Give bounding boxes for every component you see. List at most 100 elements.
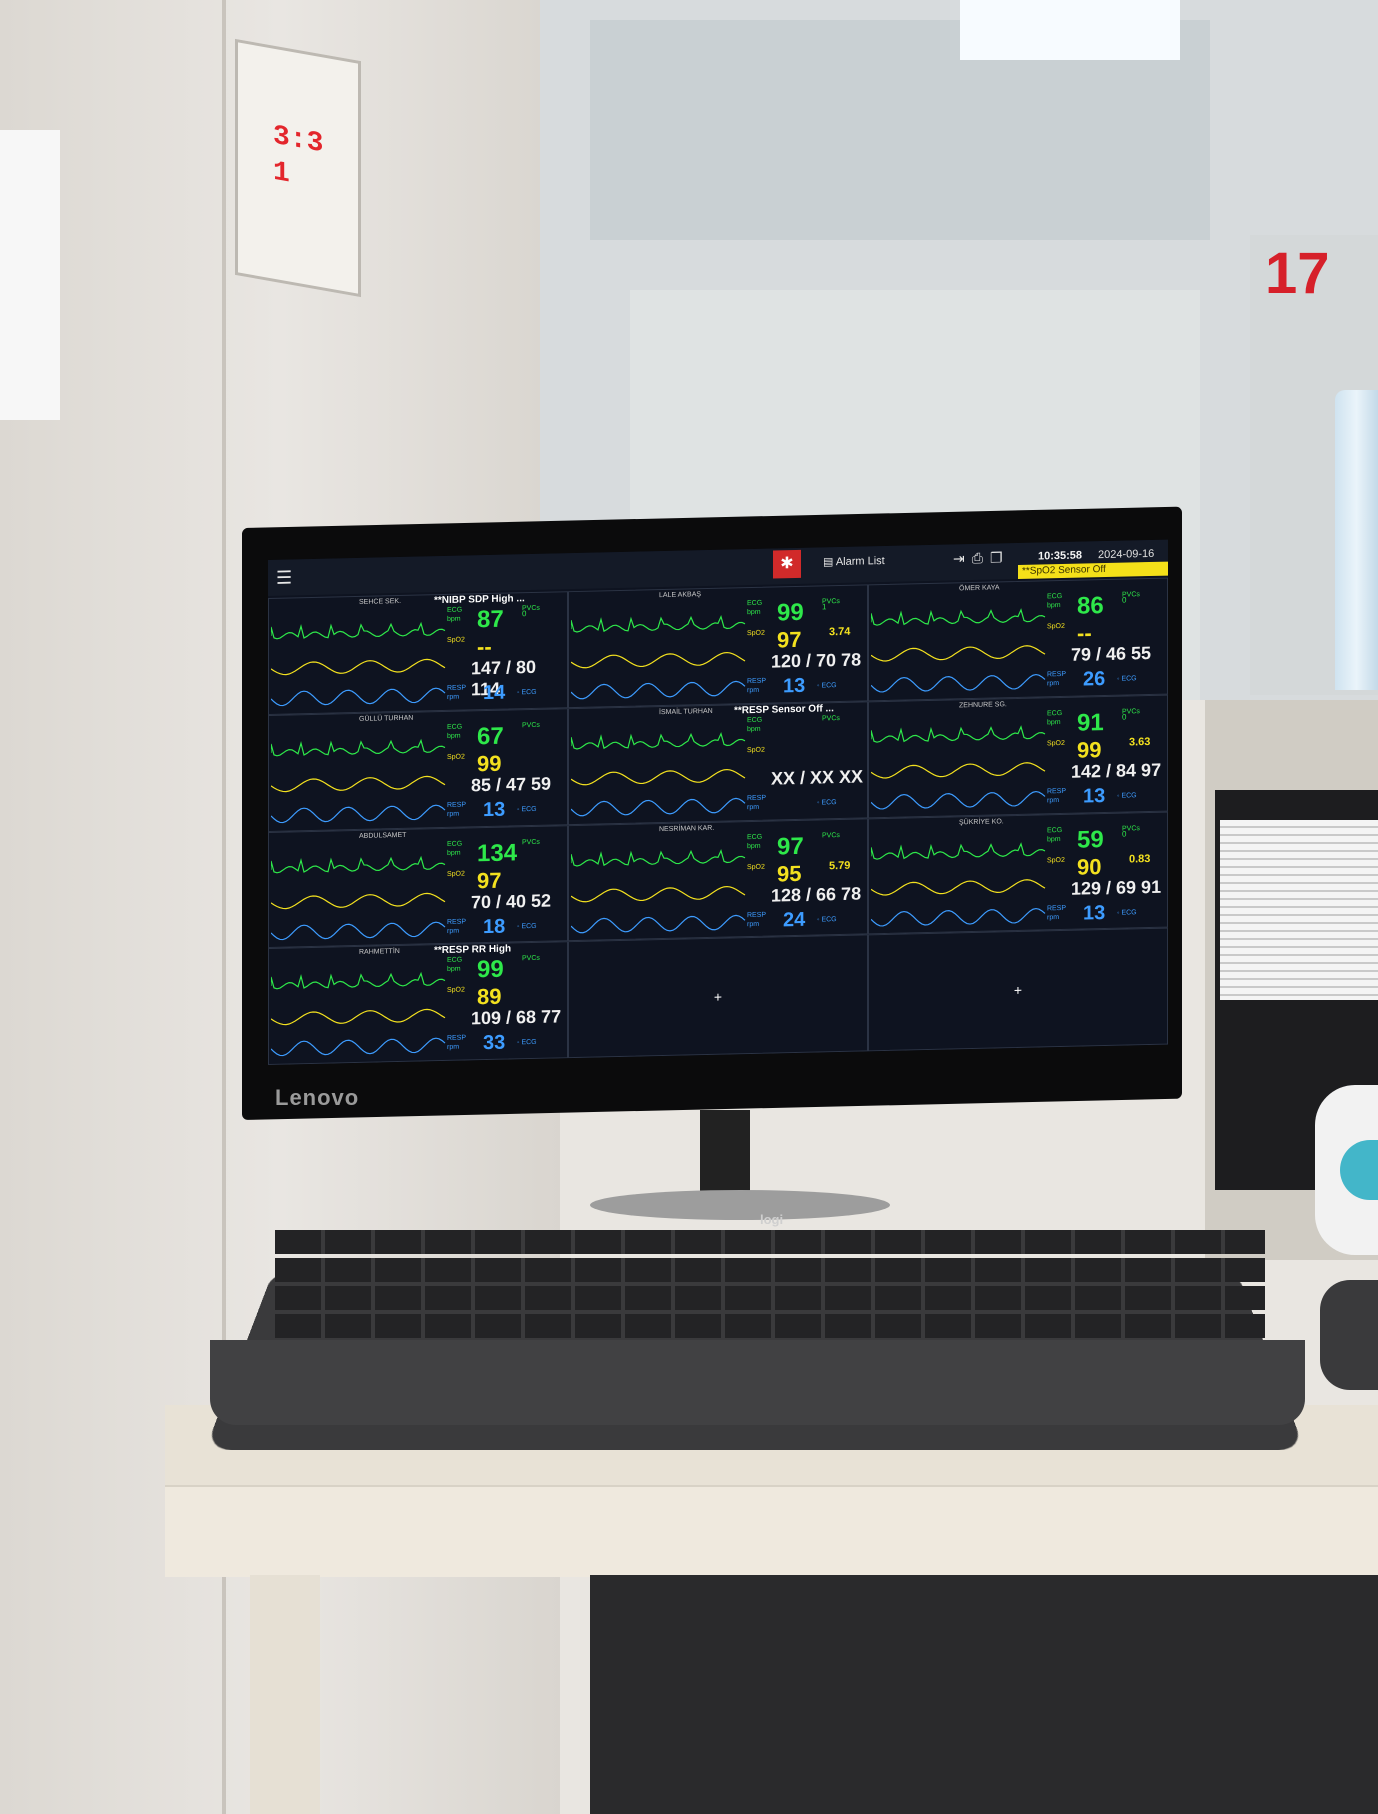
resp-rate: 13 — [483, 798, 506, 821]
resp-source: ◦ ECG — [817, 915, 837, 924]
empty-bed-slot[interactable]: + — [568, 934, 868, 1059]
patient-tile[interactable]: ŞÜKRİYE KO. ECG bpm 59 PVCs 0 SpO2 90 0.83 129 / … — [868, 811, 1168, 935]
bpm-unit: bpm — [447, 965, 461, 974]
spo2-label: SpO2 — [1047, 622, 1065, 631]
vitals-panel: ECG bpm 99 PVCs 1 SpO2 97 3.74 120 / 70 78 RESP rp… — [747, 595, 867, 702]
nibp-value: 79 / 46 55 — [1071, 642, 1152, 665]
resp-label: RESP — [447, 1034, 467, 1043]
vitals-panel: ECG bpm 67 PVCs SpO2 99 85 / 47 59 RESP rpm 13 ◦ E… — [447, 719, 567, 826]
resp-label: RESP — [1047, 670, 1067, 679]
waveform-area — [571, 731, 746, 817]
spo2-value: 99 — [477, 750, 502, 777]
nibp-value: 85 / 47 59 — [471, 773, 552, 796]
spo2-value: -- — [477, 633, 492, 660]
bpm-unit: bpm — [747, 608, 761, 617]
resp-label: RESP — [1047, 904, 1067, 912]
waveform-area — [271, 738, 446, 823]
spo2-value: 90 — [1077, 853, 1102, 880]
add-bed-icon[interactable]: + — [714, 988, 722, 1004]
pvcs-label: PVCs — [522, 721, 540, 729]
patient-grid: SEHCE SEK. **NIBP SDP High ... ECG bpm 87 PVC… — [268, 577, 1168, 1065]
resp-rate: 24 — [783, 908, 806, 931]
wall-clock-digits: 3:3 1 — [273, 120, 324, 191]
bpm-unit: bpm — [447, 615, 461, 623]
wall-paper — [0, 130, 60, 420]
vitals-panel: ECG bpm 59 PVCs 0 SpO2 90 0.83 129 / 69 91 RESP rp… — [1047, 822, 1167, 929]
patient-tile[interactable]: LALE AKBAŞ ECG bpm 99 PVCs 1 SpO2 97 3.74 120 / 7… — [568, 584, 868, 708]
spo2-value: 95 — [777, 860, 802, 886]
pvcs-label: PVCs — [822, 714, 840, 723]
nibp-value: 70 / 40 52 — [471, 890, 552, 912]
resp-label: RESP — [447, 684, 467, 692]
alarm-icon[interactable]: ✱ — [773, 549, 801, 579]
vitals-panel: ECG bpm 91 PVCs 0 SpO2 99 3.63 142 / 84 97 RESP rp… — [1047, 705, 1167, 812]
add-bed-icon[interactable]: + — [1014, 982, 1022, 998]
print-icon[interactable]: ⎙ — [972, 550, 990, 566]
ecg-label: ECG — [1047, 709, 1063, 718]
heart-rate: 97 — [777, 832, 804, 860]
central-station-screen: ☰ ✱ ▤ Alarm List ⇥⎙❐ 10:35:58 2024-09-16… — [268, 539, 1168, 1065]
vitals-panel: ECG bpm 87 PVCs 0 SpO2 -- 147 / 80 114 RESP rpm 14… — [447, 602, 567, 709]
patient-tile[interactable]: ZEHNURE SG. ECG bpm 91 PVCs 0 SpO2 99 3.63 142 / … — [868, 694, 1168, 818]
menu-icon[interactable]: ☰ — [276, 567, 292, 588]
desk-front — [165, 1485, 1378, 1577]
resp-source: ◦ ECG — [517, 805, 537, 814]
heart-rate: 59 — [1077, 825, 1104, 854]
waveform-area — [571, 848, 746, 933]
patient-name: SEHCE SEK. — [359, 597, 402, 606]
ecg-label: ECG — [747, 716, 763, 724]
rpm-unit: rpm — [447, 810, 460, 818]
pvcs-label: PVCs — [522, 838, 540, 846]
patient-name: ÖMER KAYA — [959, 584, 1000, 593]
pi-value: 0.83 — [1129, 852, 1151, 865]
mouse[interactable] — [1320, 1280, 1378, 1390]
resp-source: ◦ ECG — [517, 688, 537, 697]
alarm-list-button[interactable]: ▤ Alarm List — [823, 554, 885, 568]
patient-name: ŞÜKRİYE KO. — [959, 817, 1004, 826]
desk-leg — [250, 1575, 320, 1814]
water-bottle — [1335, 390, 1378, 690]
patient-name: NESRİMAN KAR. — [659, 824, 715, 833]
empty-bed-slot[interactable]: + — [868, 927, 1168, 1052]
logout-icon[interactable]: ⇥ — [953, 550, 972, 566]
keyboard-palmrest — [210, 1340, 1305, 1425]
waveform-area — [571, 614, 746, 700]
alarm-banner[interactable]: **SpO2 Sensor Off — [1018, 561, 1168, 579]
patient-tile[interactable]: SEHCE SEK. **NIBP SDP High ... ECG bpm 87 PVC… — [268, 591, 568, 715]
nibp-value: 142 / 84 97 — [1071, 759, 1162, 782]
patient-tile[interactable]: ABDULSAMET ECG bpm 134 PVCs SpO2 97 70 / 40 52 R… — [268, 824, 568, 949]
alarm-list-label: Alarm List — [835, 555, 885, 569]
heart-rate: 99 — [477, 955, 504, 984]
wall-clock: 3:3 1 — [235, 38, 361, 298]
rpm-unit: rpm — [447, 927, 460, 935]
waveform-area — [871, 608, 1046, 693]
ecg-label: ECG — [447, 723, 463, 731]
patient-tile[interactable]: GÜLLÜ TURHAN ECG bpm 67 PVCs SpO2 99 85 / 47 59… — [268, 707, 568, 832]
resp-rate: 26 — [1083, 668, 1106, 691]
monitor-stand-base — [590, 1190, 890, 1220]
waveform-area — [871, 724, 1046, 810]
bpm-unit: bpm — [747, 725, 761, 733]
waveform-area — [271, 972, 446, 1057]
resp-label: RESP — [447, 918, 467, 926]
pi-value: 3.63 — [1129, 735, 1151, 749]
patient-tile[interactable]: NESRİMAN KAR. ECG bpm 97 PVCs SpO2 95 5.79 128 /… — [568, 817, 868, 942]
waveform-area — [271, 621, 446, 707]
patient-name: ABDULSAMET — [359, 831, 407, 840]
patient-name: İSMAİL TURHAN — [659, 707, 713, 716]
ecg-label: ECG — [447, 840, 463, 848]
pi-value: 3.74 — [829, 625, 851, 639]
ecg-label: ECG — [1047, 826, 1063, 834]
patient-tile[interactable]: İSMAİL TURHAN **RESP Sensor Off ... ECG bpm… — [568, 701, 868, 825]
resp-rate: 13 — [1083, 901, 1106, 925]
rpm-unit: rpm — [747, 803, 760, 811]
bpm-unit: bpm — [1047, 835, 1061, 843]
bpm-unit: bpm — [747, 842, 761, 850]
ecg-label: ECG — [447, 956, 463, 965]
pvc-count: 0 — [522, 609, 527, 619]
toolbar-icons[interactable]: ⇥⎙❐ — [953, 549, 1010, 567]
windows-icon[interactable]: ❐ — [990, 549, 1010, 565]
patient-tile[interactable]: RAHMETTİN **RESP RR High ECG bpm 99 PVCs SpO2 8… — [268, 941, 568, 1065]
patient-tile[interactable]: ÖMER KAYA ECG bpm 86 PVCs 0 SpO2 -- 79 / 46 55 RE… — [868, 577, 1168, 702]
vitals-panel: ECG bpm PVCs SpO2 XX / XX XX RESP rpm ◦ ECG — [747, 712, 867, 819]
